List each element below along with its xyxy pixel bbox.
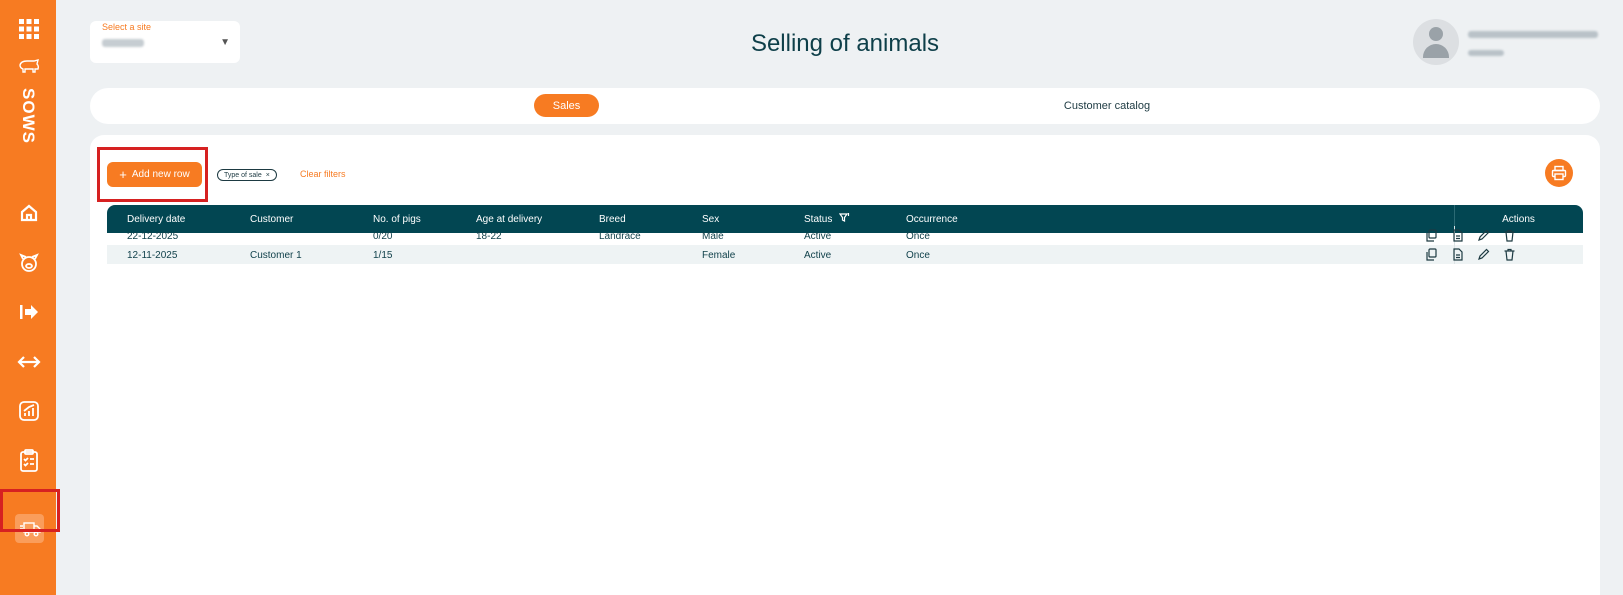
- delete-trash-icon[interactable]: [1503, 229, 1516, 242]
- cell-occurrence: Once: [906, 231, 930, 242]
- column-header-status[interactable]: Status: [804, 214, 832, 225]
- column-header-sex[interactable]: Sex: [702, 214, 719, 225]
- table-row[interactable]: 22-12-2025 0/20 18-22 Landrace Male Acti…: [107, 226, 1583, 245]
- exit-arrow-icon[interactable]: [14, 297, 44, 327]
- tabs-bar: Sales Customer catalog: [90, 88, 1600, 124]
- add-button-highlight-box: [97, 147, 208, 202]
- column-header-customer[interactable]: Customer: [250, 214, 293, 225]
- cell-no-of-pigs: 1/15: [373, 250, 393, 261]
- clear-filters-link[interactable]: Clear filters: [300, 169, 346, 179]
- document-icon[interactable]: [1451, 229, 1464, 242]
- column-header-delivery-date[interactable]: Delivery date: [127, 214, 185, 225]
- cell-age-at-delivery: 18-22: [476, 231, 502, 242]
- cell-occurrence: Once: [906, 250, 930, 261]
- delete-trash-icon[interactable]: [1503, 248, 1516, 261]
- column-header-breed[interactable]: Breed: [599, 214, 626, 225]
- filter-chip-label: Type of sale: [224, 171, 262, 179]
- cell-delivery-date: 22-12-2025: [127, 231, 179, 242]
- user-site-redacted: [1468, 50, 1504, 56]
- pig-face-icon[interactable]: [14, 248, 44, 278]
- user-email-redacted: [1468, 31, 1598, 38]
- sales-card: + Add new row Type of sale × Clear filte…: [90, 135, 1600, 595]
- column-header-actions: Actions: [1502, 214, 1535, 225]
- brand-wordmark: SOWS: [16, 88, 40, 144]
- tab-customer-catalog[interactable]: Customer catalog: [1052, 94, 1162, 117]
- cell-no-of-pigs: 0/20: [373, 231, 393, 242]
- chart-icon[interactable]: [14, 396, 44, 426]
- cell-sex: Female: [702, 250, 736, 261]
- column-header-age-at-delivery[interactable]: Age at delivery: [476, 214, 542, 225]
- clipboard-checklist-icon[interactable]: [14, 446, 44, 476]
- cell-breed: Landrace: [599, 231, 641, 242]
- home-icon[interactable]: [14, 198, 44, 228]
- print-button[interactable]: [1545, 159, 1573, 187]
- brand-text: SOWS: [19, 88, 39, 144]
- tab-sales[interactable]: Sales: [534, 94, 599, 117]
- avatar[interactable]: [1413, 19, 1459, 65]
- transfer-arrows-icon[interactable]: [14, 347, 44, 377]
- user-profile[interactable]: [1413, 19, 1603, 65]
- cell-customer: Customer 1: [250, 250, 302, 261]
- cell-status: Active: [804, 250, 832, 261]
- table-row[interactable]: 12-11-2025 Customer 1 1/15 Female Active…: [107, 245, 1583, 264]
- page-title: Selling of animals: [750, 30, 940, 57]
- filter-chip-type-of-sale[interactable]: Type of sale ×: [217, 169, 277, 181]
- edit-pencil-icon[interactable]: [1477, 248, 1490, 261]
- cell-sex: Male: [702, 231, 724, 242]
- copy-icon[interactable]: [1425, 229, 1438, 242]
- cell-status: Active: [804, 231, 832, 242]
- column-header-no-of-pigs[interactable]: No. of pigs: [373, 214, 421, 225]
- edit-pencil-icon[interactable]: [1477, 229, 1490, 242]
- sidebar-highlight-box: [0, 489, 60, 532]
- document-icon[interactable]: [1451, 248, 1464, 261]
- column-header-occurrence[interactable]: Occurrence: [906, 214, 958, 225]
- cell-delivery-date: 12-11-2025: [127, 250, 178, 261]
- filter-active-icon[interactable]: [838, 212, 850, 226]
- close-icon[interactable]: ×: [266, 172, 270, 179]
- copy-icon[interactable]: [1425, 248, 1438, 261]
- printer-icon: [1551, 165, 1567, 181]
